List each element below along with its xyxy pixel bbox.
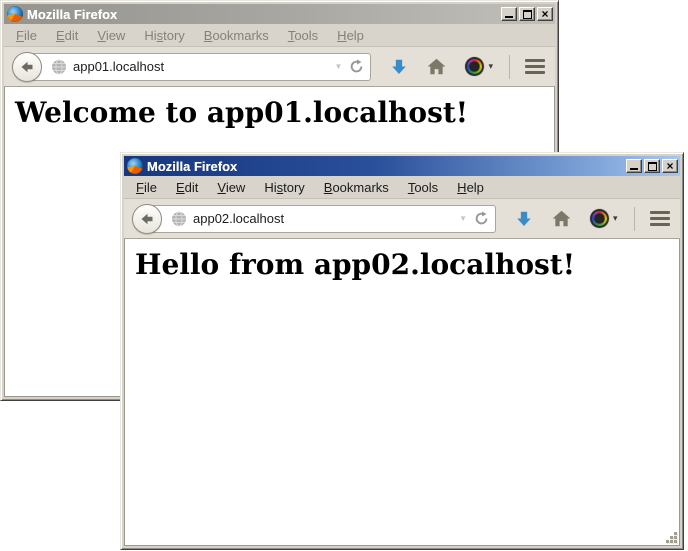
menu-history[interactable]: History — [137, 25, 191, 46]
download-button[interactable] — [515, 210, 533, 228]
menu-bar: File Edit View History Bookmarks Tools H… — [4, 24, 555, 47]
back-arrow-icon — [139, 211, 155, 227]
menu-file[interactable]: File — [9, 25, 44, 46]
window-title: Mozilla Firefox — [27, 7, 501, 22]
menu-tools[interactable]: Tools — [401, 177, 445, 198]
menu-view[interactable]: View — [90, 25, 132, 46]
url-bar[interactable]: app01.localhost ▼ — [26, 53, 371, 81]
app-menu-button[interactable] — [525, 59, 545, 74]
toolbar-separator — [509, 55, 510, 79]
menu-edit[interactable]: Edit — [169, 177, 205, 198]
menu-bar: File Edit View History Bookmarks Tools H… — [124, 176, 680, 199]
page-heading: Hello from app02.localhost! — [135, 248, 679, 281]
menu-help[interactable]: Help — [330, 25, 371, 46]
navigation-toolbar: app02.localhost ▼ ▾ — [124, 199, 680, 239]
page-heading: Welcome to app01.localhost! — [15, 96, 554, 129]
close-button[interactable]: × — [662, 159, 678, 173]
extension-button[interactable]: ▾ — [590, 209, 618, 228]
back-arrow-icon — [19, 59, 35, 75]
close-button[interactable]: × — [537, 7, 553, 21]
download-icon — [390, 58, 408, 76]
home-button[interactable] — [427, 58, 446, 75]
minimize-button[interactable] — [626, 159, 642, 173]
url-text[interactable]: app02.localhost — [193, 211, 455, 226]
firefox-window-app02: Mozilla Firefox × File Edit View History… — [120, 152, 684, 550]
maximize-button[interactable] — [519, 7, 535, 21]
page-content: Hello from app02.localhost! — [124, 239, 680, 546]
window-title: Mozilla Firefox — [147, 159, 626, 174]
home-button[interactable] — [552, 210, 571, 227]
menu-history[interactable]: History — [257, 177, 311, 198]
app-menu-button[interactable] — [650, 211, 670, 226]
reload-icon[interactable] — [474, 211, 489, 226]
home-icon — [427, 58, 446, 75]
menu-bookmarks[interactable]: Bookmarks — [197, 25, 276, 46]
menu-tools[interactable]: Tools — [281, 25, 325, 46]
maximize-button[interactable] — [644, 159, 660, 173]
menu-help[interactable]: Help — [450, 177, 491, 198]
minimize-button[interactable] — [501, 7, 517, 21]
toolbar-separator — [634, 207, 635, 231]
menu-edit[interactable]: Edit — [49, 25, 85, 46]
maximize-icon — [523, 10, 532, 19]
resize-grip[interactable] — [664, 530, 678, 544]
close-icon: × — [666, 161, 673, 171]
lens-icon — [465, 57, 484, 76]
urlbar-dropdown-icon[interactable]: ▼ — [335, 62, 343, 71]
caret-down-icon: ▾ — [488, 61, 493, 72]
lens-icon — [590, 209, 609, 228]
urlbar-dropdown-icon[interactable]: ▼ — [459, 214, 467, 223]
download-button[interactable] — [390, 58, 408, 76]
titlebar[interactable]: Mozilla Firefox × — [4, 4, 555, 24]
close-icon: × — [541, 9, 548, 19]
url-bar[interactable]: app02.localhost ▼ — [146, 205, 496, 233]
globe-icon — [51, 59, 67, 75]
download-icon — [515, 210, 533, 228]
menu-bookmarks[interactable]: Bookmarks — [317, 177, 396, 198]
home-icon — [552, 210, 571, 227]
firefox-icon — [127, 158, 143, 174]
back-button[interactable] — [12, 52, 42, 82]
back-button[interactable] — [132, 204, 162, 234]
minimize-icon — [505, 16, 513, 18]
extension-button[interactable]: ▾ — [465, 57, 493, 76]
maximize-icon — [648, 162, 657, 171]
firefox-icon — [7, 6, 23, 22]
menu-view[interactable]: View — [210, 177, 252, 198]
menu-file[interactable]: File — [129, 177, 164, 198]
navigation-toolbar: app01.localhost ▼ ▾ — [4, 47, 555, 87]
globe-icon — [171, 211, 187, 227]
reload-icon[interactable] — [349, 59, 364, 74]
caret-down-icon: ▾ — [613, 213, 618, 224]
minimize-icon — [630, 168, 638, 170]
titlebar[interactable]: Mozilla Firefox × — [124, 156, 680, 176]
url-text[interactable]: app01.localhost — [73, 59, 331, 74]
